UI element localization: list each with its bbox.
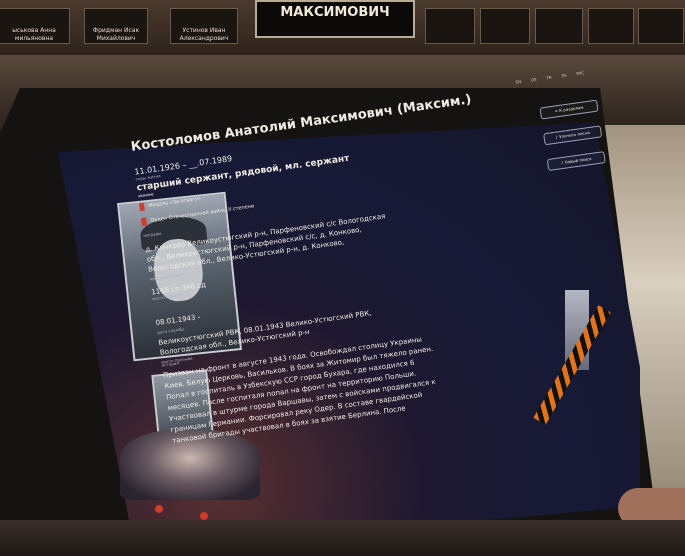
lang-en[interactable]: EN	[515, 79, 521, 85]
lang-ru[interactable]: РУС	[576, 70, 584, 76]
wall-plaque	[638, 8, 684, 44]
wall-plaque: Фридман Исак Михайлович	[84, 8, 148, 44]
memorial-wall: ыськова Анна мильяновна Фридман Исак Мих…	[0, 0, 685, 62]
lang-es[interactable]: ES	[561, 73, 567, 79]
plaque-name: Устинов Иван Александрович	[179, 27, 229, 42]
service-unit: 1168 сп 346 сд место службы	[151, 281, 207, 302]
wall-plaque: Устинов Иван Александрович	[170, 8, 238, 44]
wall-plaque	[425, 8, 475, 44]
lang-fr[interactable]: FR	[546, 75, 552, 81]
center-plaque: МАКСИМОВИЧ	[255, 0, 415, 38]
new-search-button[interactable]: ♪ Новый поиск	[546, 151, 606, 172]
song-button[interactable]: ♪ Уличить песня	[543, 125, 603, 146]
wall-plaque	[535, 8, 583, 44]
plaque-name: ыськова Анна мильяновна	[12, 27, 56, 42]
carnation-icon	[155, 505, 163, 513]
wall-plaque	[588, 8, 634, 44]
medal-icon	[140, 217, 148, 227]
wall-plaque: ыськова Анна мильяновна	[0, 8, 70, 44]
profile-content: EN DE FR ES РУС Костоломов Анатолий Макс…	[130, 70, 636, 497]
wall-plaque	[480, 8, 530, 44]
desk-edge	[0, 520, 685, 556]
lang-de[interactable]: DE	[531, 77, 537, 83]
action-buttons: < К разделам ♪ Уличить песня ♪ Новый пои…	[539, 99, 606, 172]
medal-icon	[138, 202, 145, 212]
back-to-sections-button[interactable]: < К разделам	[539, 99, 599, 120]
carnation-icon	[200, 512, 208, 520]
plaque-name: Фридман Исак Михайлович	[92, 27, 140, 42]
award-label: Медаль «За отвагу»	[147, 195, 202, 210]
